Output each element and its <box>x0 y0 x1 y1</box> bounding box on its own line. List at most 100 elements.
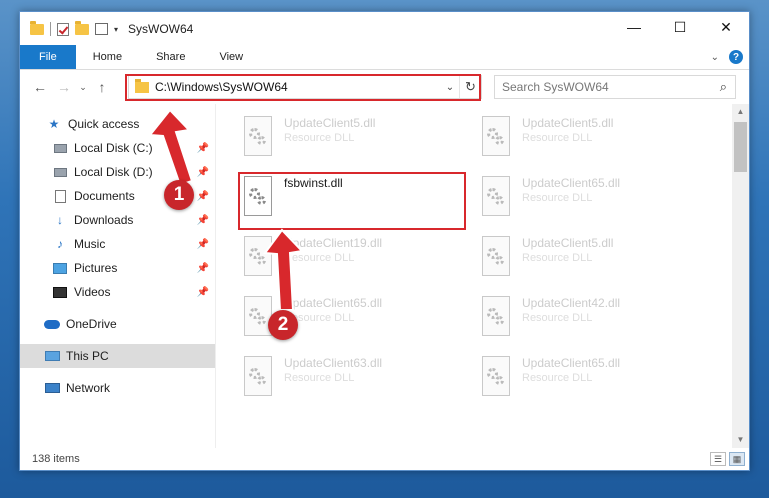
pictures-icon <box>52 261 68 275</box>
nav-item-onedrive[interactable]: OneDrive <box>20 312 215 336</box>
pin-icon[interactable]: 📌 <box>197 143 209 154</box>
file-highlight-box <box>238 172 466 230</box>
toolbar-divider <box>50 22 51 36</box>
file-name: UpdateClient63.dll <box>284 356 383 370</box>
tiles-view-icon[interactable]: ▦ <box>729 452 745 466</box>
file-type: Resource DLL <box>284 252 355 264</box>
nav-item-local-disk-d[interactable]: Local Disk (D:) 📌 <box>20 160 215 184</box>
status-bar: 138 items ☰ ▦ <box>20 448 749 470</box>
drive-icon <box>52 165 68 179</box>
file-item[interactable]: UpdateClient65.dll Resource DLL <box>478 174 708 230</box>
nav-item-local-disk-c[interactable]: Local Disk (C:) 📌 <box>20 136 215 160</box>
file-item[interactable]: UpdateClient63.dll Resource DLL <box>240 354 470 410</box>
scroll-up-icon[interactable]: ▲ <box>732 104 749 120</box>
pin-icon[interactable]: 📌 <box>197 287 209 298</box>
nav-item-music[interactable]: ♪ Music 📌 <box>20 232 215 256</box>
file-type: Resource DLL <box>284 312 355 324</box>
pin-icon[interactable]: 📌 <box>197 239 209 250</box>
expand-ribbon-icon[interactable]: ⌄ <box>711 52 719 63</box>
dll-file-icon <box>240 354 276 402</box>
details-view-icon[interactable]: ☰ <box>710 452 726 466</box>
customize-dropdown-icon[interactable]: ▾ <box>114 25 118 34</box>
file-type: Resource DLL <box>522 252 593 264</box>
file-item[interactable]: UpdateClient5.dll Resource DLL <box>240 114 470 170</box>
step-badge-2: 2 <box>268 310 298 340</box>
nav-item-downloads[interactable]: ↓ Downloads 📌 <box>20 208 215 232</box>
file-name: UpdateClient65.dll <box>522 356 621 370</box>
drive-icon <box>52 141 68 155</box>
maximize-button[interactable]: ☐ <box>657 12 703 42</box>
file-type: Resource DLL <box>284 372 355 384</box>
recent-locations-icon[interactable]: ⌄ <box>76 82 90 93</box>
search-icon[interactable]: ⌕ <box>720 79 727 95</box>
explorer-body: ★ Quick access Local Disk (C:) 📌 Local D… <box>20 104 749 448</box>
vertical-scrollbar[interactable]: ▲ ▼ <box>732 104 749 448</box>
file-type: Resource DLL <box>522 192 593 204</box>
item-count: 138 items <box>32 453 80 465</box>
new-folder-icon[interactable] <box>75 20 89 35</box>
file-name: UpdateClient5.dll <box>522 236 614 250</box>
help-icon[interactable]: ? <box>729 50 743 64</box>
dll-file-icon <box>478 294 514 342</box>
nav-item-videos[interactable]: Videos 📌 <box>20 280 215 304</box>
file-name: UpdateClient65.dll <box>522 176 621 190</box>
nav-item-label: OneDrive <box>66 317 117 331</box>
nav-item-label: Documents <box>74 189 135 203</box>
nav-item-network[interactable]: Network <box>20 376 215 400</box>
pin-icon[interactable]: 📌 <box>197 191 209 202</box>
tab-home[interactable]: Home <box>76 45 139 69</box>
nav-item-quick-access[interactable]: ★ Quick access <box>20 112 215 136</box>
file-item[interactable]: UpdateClient42.dll Resource DLL <box>478 294 708 350</box>
nav-item-label: Music <box>74 237 106 251</box>
window-controls: — ☐ ✕ <box>611 12 749 42</box>
file-item[interactable]: UpdateClient5.dll Resource DLL <box>478 234 708 290</box>
dll-file-icon <box>478 354 514 402</box>
dll-file-icon <box>478 234 514 282</box>
scrollbar-thumb[interactable] <box>734 122 747 172</box>
file-item[interactable]: UpdateClient65.dll Resource DLL <box>478 354 708 410</box>
scroll-down-icon[interactable]: ▼ <box>732 432 749 448</box>
pin-icon[interactable]: 📌 <box>197 263 209 274</box>
properties-check-icon[interactable] <box>57 22 69 36</box>
computer-icon <box>44 349 60 363</box>
file-type: Resource DLL <box>522 132 593 144</box>
pin-icon[interactable]: 📌 <box>197 167 209 178</box>
nav-item-label: Pictures <box>74 261 118 275</box>
title-bar: ▾ SysWOW64 — ☐ ✕ <box>20 12 749 46</box>
tab-view[interactable]: View <box>202 45 260 69</box>
file-name: UpdateClient42.dll <box>522 296 621 310</box>
tab-share[interactable]: Share <box>139 45 202 69</box>
nav-item-this-pc[interactable]: This PC <box>20 344 215 368</box>
dll-file-icon <box>240 114 276 162</box>
nav-item-label: Network <box>66 381 111 395</box>
search-input[interactable]: Search SysWOW64 ⌕ <box>494 75 736 99</box>
tab-file[interactable]: File <box>20 45 76 69</box>
file-name: UpdateClient5.dll <box>522 116 614 130</box>
nav-item-label: This PC <box>66 349 109 363</box>
videos-icon <box>52 285 68 299</box>
nav-item-label: Local Disk (C:) <box>74 141 153 155</box>
file-type: Resource DLL <box>522 312 593 324</box>
search-placeholder: Search SysWOW64 <box>502 80 609 94</box>
navigation-pane: ★ Quick access Local Disk (C:) 📌 Local D… <box>20 104 216 448</box>
close-button[interactable]: ✕ <box>703 12 749 42</box>
back-button[interactable]: ← <box>28 79 52 95</box>
pin-icon[interactable]: 📌 <box>197 215 209 226</box>
minimize-button[interactable]: — <box>611 12 657 42</box>
address-highlight-box <box>125 74 481 101</box>
step-badge-1: 1 <box>164 180 194 210</box>
up-button[interactable]: ↑ <box>90 79 114 95</box>
dll-file-icon <box>478 114 514 162</box>
file-item[interactable]: UpdateClient19.dll Resource DLL <box>240 234 470 290</box>
nav-item-label: Videos <box>74 285 111 299</box>
properties-icon[interactable] <box>95 23 108 35</box>
nav-item-pictures[interactable]: Pictures 📌 <box>20 256 215 280</box>
window-title: SysWOW64 <box>128 22 194 36</box>
file-item[interactable]: UpdateClient5.dll Resource DLL <box>478 114 708 170</box>
forward-button[interactable]: → <box>52 79 76 95</box>
cloud-icon <box>44 317 60 331</box>
file-type: Resource DLL <box>522 372 593 384</box>
ribbon-tabs: File Home Share View ⌄ ? <box>20 45 749 70</box>
dll-file-icon <box>478 174 514 222</box>
quick-access-toolbar: ▾ <box>20 20 118 36</box>
